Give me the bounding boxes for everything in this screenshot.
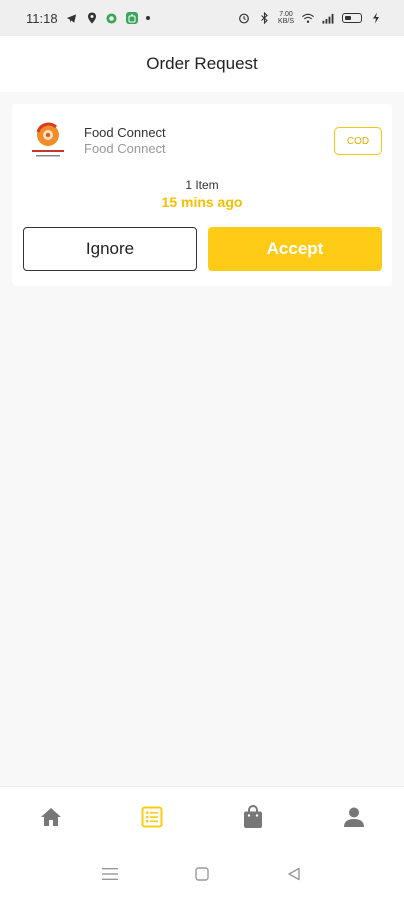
back-triangle-icon [287,867,301,886]
square-home-icon [195,866,209,886]
nav-home[interactable] [21,790,81,850]
charging-icon [370,12,382,24]
app-header: Order Request [0,36,404,92]
system-nav-bar [0,852,404,900]
status-left: 11:18 [26,11,150,26]
network-speed-value: 7.00 [279,11,293,18]
app-badge-icon [125,12,138,24]
signal-icon [322,12,334,24]
wifi-icon [302,12,314,24]
app-circle-icon [106,12,118,24]
network-speed: 7.00 KB/S [278,11,294,25]
system-home-button[interactable] [182,856,222,896]
nav-profile[interactable] [324,790,384,850]
telegram-icon [66,12,78,24]
status-bar: 11:18 7.00 KB/S [0,0,404,36]
status-right: 7.00 KB/S [238,11,382,25]
merchant-subtitle: Food Connect [84,141,166,156]
payment-badge: COD [334,127,382,155]
system-back-button[interactable] [274,856,314,896]
notification-dot-icon [145,16,150,20]
order-card: Food Connect Food Connect COD 1 Item 15 … [12,104,392,286]
location-icon [86,12,98,24]
system-menu-button[interactable] [90,856,130,896]
menu-icon [102,867,118,886]
shopping-bag-icon [243,805,263,834]
bottom-nav [0,786,404,852]
network-speed-unit: KB/S [278,18,294,25]
ignore-button[interactable]: Ignore [23,227,197,271]
bluetooth-icon [258,12,270,24]
merchant-name: Food Connect [84,125,166,140]
profile-icon [343,806,365,833]
item-count: 1 Item [185,178,219,192]
home-icon [40,807,62,832]
nav-shop[interactable] [223,790,283,850]
battery-icon [342,13,362,23]
merchant-logo [28,120,68,164]
nav-orders[interactable] [122,790,182,850]
status-time: 11:18 [26,10,58,26]
alarm-icon [238,12,250,24]
page-title: Order Request [146,54,258,73]
order-time-ago: 15 mins ago [161,194,243,210]
accept-button[interactable]: Accept [208,227,382,271]
orders-list-icon [141,806,163,833]
